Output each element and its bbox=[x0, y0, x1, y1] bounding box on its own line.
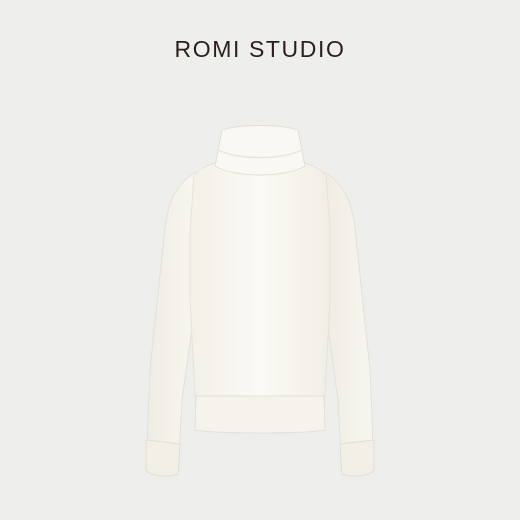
right-cuff bbox=[339, 439, 375, 477]
turtleneck-collar bbox=[214, 125, 306, 176]
left-cuff bbox=[145, 439, 181, 477]
product-image-canvas: ROMI STUDIO bbox=[0, 0, 520, 520]
sweater-hem bbox=[194, 395, 326, 434]
sweater-body bbox=[189, 161, 331, 413]
turtleneck-sweater-image bbox=[145, 125, 375, 477]
right-sleeve bbox=[323, 171, 375, 477]
left-sleeve bbox=[145, 171, 197, 477]
